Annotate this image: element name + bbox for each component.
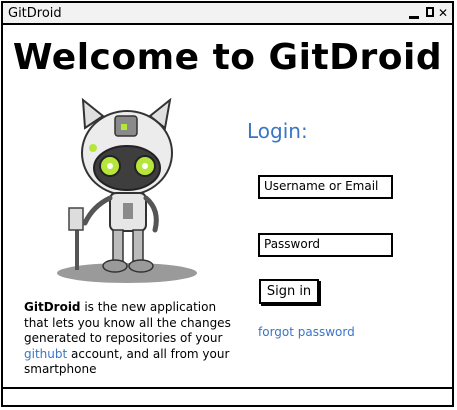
github-link[interactable]: githubt bbox=[24, 347, 67, 361]
title-bar: GitDroid ✕ bbox=[3, 3, 452, 25]
robot-mascot-image bbox=[57, 98, 197, 283]
status-bar bbox=[3, 387, 452, 405]
page-title: Welcome to GitDroid bbox=[12, 37, 443, 78]
app-name: GitDroid bbox=[24, 300, 81, 314]
sign-in-button[interactable]: Sign in bbox=[259, 279, 319, 304]
password-field[interactable]: Password bbox=[258, 233, 393, 257]
username-field[interactable]: Username or Email bbox=[258, 175, 393, 199]
login-heading: Login: bbox=[247, 119, 308, 143]
maximize-icon[interactable] bbox=[426, 6, 434, 20]
app-description: GitDroid is the new application that let… bbox=[24, 300, 244, 378]
close-icon[interactable]: ✕ bbox=[438, 6, 448, 20]
forgot-password-link[interactable]: forgot password bbox=[258, 325, 355, 339]
app-window: GitDroid ✕ Welcome to GitDroid Login: Us… bbox=[1, 1, 454, 407]
minimize-icon[interactable] bbox=[409, 6, 419, 20]
window-title: GitDroid bbox=[8, 6, 62, 21]
